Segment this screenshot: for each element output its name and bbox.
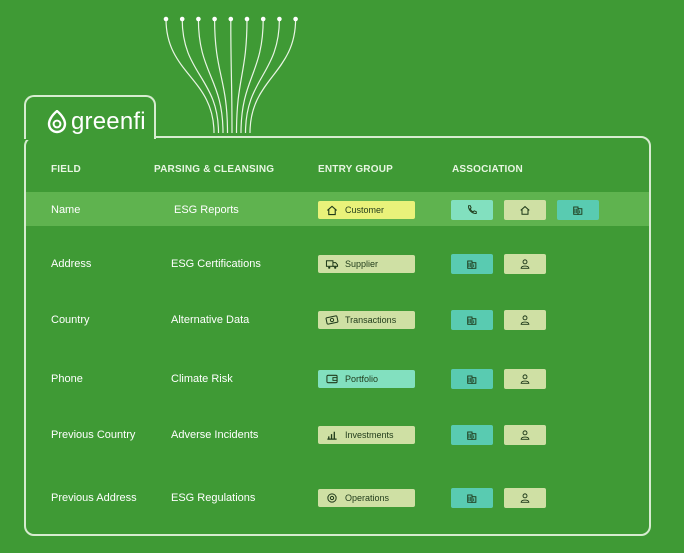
leaf-logo-icon: [47, 110, 67, 134]
entry-group-chip[interactable]: Portfolio: [318, 370, 415, 388]
field-cell: Country: [51, 314, 90, 326]
association-chip[interactable]: [504, 369, 546, 389]
association-chip[interactable]: [451, 488, 493, 508]
wire-dot: [293, 16, 298, 22]
association-chip[interactable]: [504, 310, 546, 330]
entry-group-chip[interactable]: Investments: [318, 426, 415, 444]
parsing-cell: Adverse Incidents: [171, 429, 259, 441]
entry-group-label: Customer: [345, 205, 385, 215]
wire-dot: [260, 16, 266, 22]
wire-dot: [244, 16, 250, 22]
entry-group-label: Supplier: [345, 259, 379, 269]
chart-icon: [327, 431, 337, 440]
person-icon: [520, 374, 530, 384]
association-chip[interactable]: [504, 425, 546, 445]
entry-group-label: Portfolio: [345, 374, 379, 384]
field-cell: Address: [51, 258, 92, 270]
wire-line: [165, 18, 215, 134]
header-parsing: PARSING & CLEANSING: [154, 164, 275, 175]
association-chip[interactable]: [451, 310, 493, 330]
wire-dot: [277, 16, 282, 22]
person-icon: [520, 315, 530, 325]
association-chip[interactable]: [451, 369, 493, 389]
entry-group-chip[interactable]: Customer: [318, 201, 415, 219]
parsing-cell: Alternative Data: [171, 314, 250, 326]
building-icon: [467, 375, 477, 384]
parsing-cell: ESG Certifications: [171, 258, 261, 270]
header-association: ASSOCIATION: [452, 164, 523, 175]
header-field: FIELD: [51, 164, 81, 175]
wire-dot: [228, 16, 234, 22]
field-cell: Name: [51, 204, 81, 216]
money-icon: [325, 315, 339, 325]
wire-line: [197, 18, 224, 134]
field-cell: Previous Country: [51, 429, 136, 441]
wire-line: [249, 18, 297, 134]
field-cell: Phone: [51, 373, 83, 385]
association-chip[interactable]: [504, 200, 546, 220]
field-cell: Previous Address: [51, 492, 137, 504]
association-chip[interactable]: [451, 425, 493, 445]
building-icon: [467, 494, 477, 503]
association-chip[interactable]: [557, 200, 599, 220]
association-chip[interactable]: [451, 200, 493, 220]
truck-icon: [325, 260, 339, 269]
home-icon: [520, 205, 530, 215]
parsing-cell: ESG Regulations: [171, 492, 256, 504]
greenfi-logo: greenfi: [47, 108, 146, 136]
entry-group-label: Investments: [345, 430, 394, 440]
parsing-cell: ESG Reports: [174, 204, 239, 216]
building-icon: [467, 431, 477, 440]
person-icon: [520, 493, 530, 503]
gear-icon: [327, 493, 337, 503]
wire-line: [181, 18, 220, 134]
person-icon: [520, 259, 530, 269]
entry-group-label: Operations: [345, 493, 390, 503]
wire-dot: [179, 16, 185, 22]
wire-dot: [196, 16, 201, 22]
entry-group-label: Transactions: [345, 315, 397, 325]
wire-line: [230, 18, 233, 134]
wire-dot: [163, 16, 169, 22]
entry-group-chip[interactable]: Transactions: [318, 311, 415, 329]
entry-group-chip[interactable]: Operations: [318, 489, 415, 507]
header-entry-group: ENTRY GROUP: [318, 164, 393, 175]
wire-line: [214, 18, 229, 134]
building-icon: [467, 260, 477, 269]
home-icon: [327, 205, 337, 216]
association-chip[interactable]: [451, 254, 493, 274]
wallet-icon: [326, 374, 338, 384]
building-icon: [573, 206, 583, 215]
association-chip[interactable]: [504, 254, 546, 274]
entry-group-chip[interactable]: Supplier: [318, 255, 415, 273]
wire-dot: [212, 16, 217, 22]
building-icon: [467, 316, 477, 325]
phone-icon: [468, 205, 477, 214]
person-icon: [520, 430, 530, 440]
brand-name: greenfi: [71, 108, 146, 135]
parsing-cell: Climate Risk: [171, 373, 233, 385]
association-chip[interactable]: [504, 488, 546, 508]
